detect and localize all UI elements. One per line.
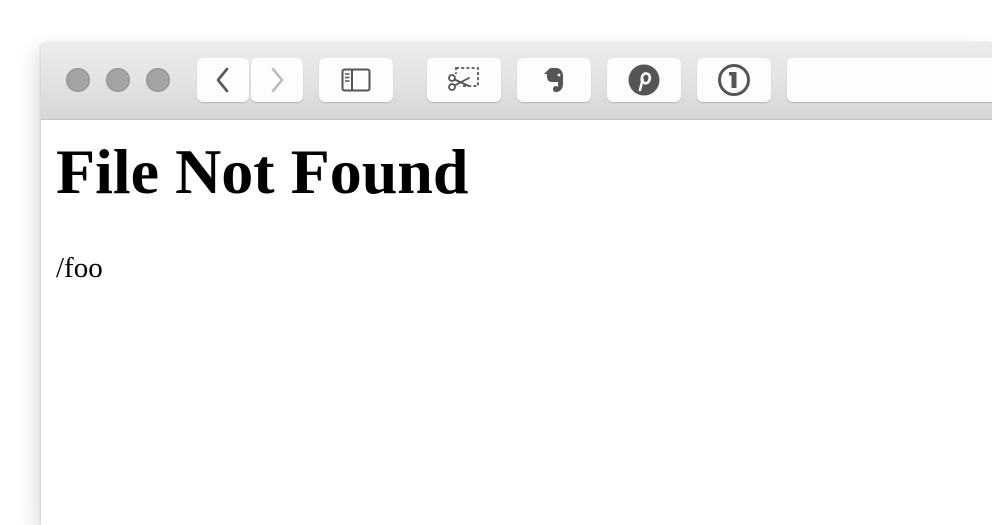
window-minimize-button[interactable] [106,68,130,92]
clip-extension-button[interactable] [427,58,501,102]
chevron-right-icon [268,66,286,94]
pinterest-icon [627,63,661,97]
browser-window: File Not Found /foo [41,42,992,525]
1password-extension-button[interactable] [697,58,771,102]
evernote-icon [541,66,567,94]
1password-icon [717,63,751,97]
page-title: File Not Found [56,136,469,207]
chevron-left-icon [214,66,232,94]
page-content: File Not Found /foo [41,120,992,525]
address-bar[interactable] [787,58,992,102]
scissors-clip-icon [447,66,481,94]
evernote-extension-button[interactable] [517,58,591,102]
forward-button[interactable] [251,58,303,102]
sidebar-toggle-button[interactable] [319,58,393,102]
sidebar-icon [341,68,371,92]
pinterest-extension-button[interactable] [607,58,681,102]
browser-toolbar [41,42,992,120]
window-zoom-button[interactable] [146,68,170,92]
window-close-button[interactable] [66,68,90,92]
back-button[interactable] [197,58,249,102]
desktop: File Not Found /foo [0,0,992,525]
requested-path: /foo [56,252,103,284]
